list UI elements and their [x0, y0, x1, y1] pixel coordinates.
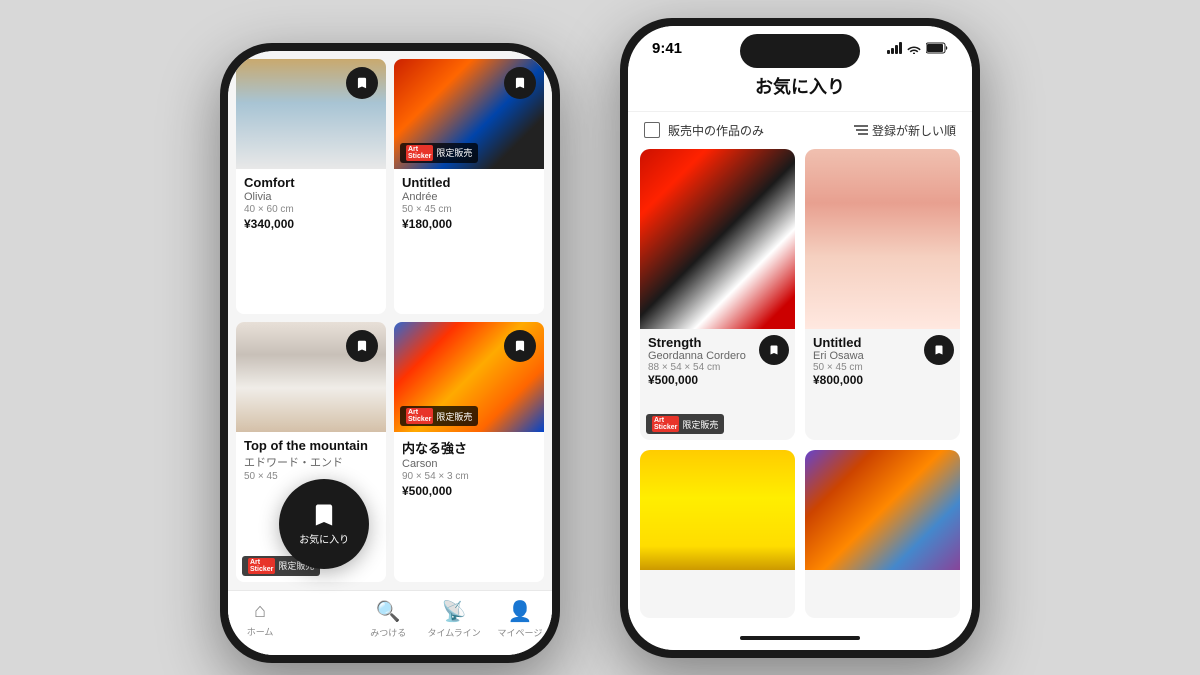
nav-mypage[interactable]: 👤 マイページ: [495, 599, 545, 639]
bar4: [899, 42, 902, 54]
home-indicator-right: [740, 636, 860, 640]
page-header: お気に入り: [628, 65, 972, 112]
right-card-info-untitled: Untitled Eri Osawa 50 × 45 cm ¥800,000: [805, 329, 960, 393]
bar1: [887, 50, 890, 54]
art-card-comfort[interactable]: Comfort Olivia 40 × 60 cm ¥340,000: [236, 59, 386, 315]
art-artist-inner: Carson: [402, 458, 536, 470]
art-grid-left: Comfort Olivia 40 × 60 cm ¥340,000 ArtSt…: [228, 51, 552, 590]
sort-label: 登録が新しい順: [872, 122, 956, 139]
sort-icon: [854, 124, 868, 136]
right-art-grid: ArtSticker 限定販売 Strength Geordanna Corde…: [628, 149, 972, 630]
bookmark-button-untitled[interactable]: [504, 67, 536, 99]
nav-timeline[interactable]: 📡 タイムライン: [427, 599, 480, 639]
limited-badge-inner: ArtSticker 限定販売: [400, 406, 478, 426]
right-card-colorful[interactable]: [805, 450, 960, 618]
art-size-comfort: 40 × 60 cm: [244, 204, 378, 215]
left-screen: Comfort Olivia 40 × 60 cm ¥340,000 ArtSt…: [228, 51, 552, 655]
bookmark-button-strength[interactable]: [759, 335, 789, 365]
checkbox-label: 販売中の作品のみ: [668, 122, 764, 139]
home-icon: ⌂: [254, 600, 266, 623]
right-card-yellow[interactable]: [640, 450, 795, 618]
wifi-icon: [906, 42, 922, 54]
right-screen: 9:41: [628, 26, 972, 650]
search-icon: 🔍: [376, 599, 401, 624]
nav-home-label: ホーム: [247, 625, 274, 638]
art-price-untitled: ¥180,000: [402, 217, 536, 231]
sort-button[interactable]: 登録が新しい順: [854, 122, 956, 139]
bookmark-icon-floating: [310, 501, 338, 529]
art-image-colorful: [805, 450, 960, 570]
floating-bookmark-label: お気に入り: [299, 531, 349, 546]
art-card-inner[interactable]: ArtSticker 限定販売 内なる強さ Carson 90 × 54 × 3…: [394, 322, 544, 582]
art-sticker-logo: ArtSticker: [406, 145, 433, 161]
bar2: [891, 48, 894, 54]
art-price-comfort: ¥340,000: [244, 217, 378, 231]
right-card-strength[interactable]: ArtSticker 限定販売 Strength Geordanna Corde…: [640, 149, 795, 441]
cast-icon: 📡: [442, 599, 467, 624]
filter-checkbox[interactable]: 販売中の作品のみ: [644, 122, 764, 139]
art-info-untitled: Untitled Andrée 50 × 45 cm ¥180,000: [394, 169, 544, 239]
art-info-inner: 内なる強さ Carson 90 × 54 × 3 cm ¥500,000: [394, 432, 544, 506]
right-phone: 9:41: [620, 18, 980, 658]
limited-text-r1: 限定販売: [682, 418, 718, 431]
right-card-info-strength: Strength Geordanna Cordero 88 × 54 × 54 …: [640, 329, 795, 393]
art-sticker-logo-2: ArtSticker: [248, 558, 275, 574]
nav-timeline-label: タイムライン: [427, 626, 480, 639]
bar3: [895, 45, 898, 54]
limited-text-3: 限定販売: [436, 410, 472, 423]
limited-badge-untitled: ArtSticker 限定販売: [400, 143, 478, 163]
floating-bookmark[interactable]: お気に入り: [279, 479, 369, 569]
scene: Comfort Olivia 40 × 60 cm ¥340,000 ArtSt…: [0, 0, 1200, 675]
bookmark-button-untitled-pink[interactable]: [924, 335, 954, 365]
art-image-untitled-pink: [805, 149, 960, 329]
bookmark-button-comfort[interactable]: [346, 67, 378, 99]
limited-text: 限定販売: [436, 146, 472, 159]
art-info-comfort: Comfort Olivia 40 × 60 cm ¥340,000: [236, 169, 386, 239]
art-artist-untitled: Andrée: [402, 191, 536, 203]
art-title-mountain: Top of the mountain: [244, 438, 378, 453]
bookmark-button-inner[interactable]: [504, 330, 536, 362]
art-sticker-logo-3: ArtSticker: [406, 408, 433, 424]
status-time: 9:41: [652, 40, 682, 57]
art-image-strength: ArtSticker 限定販売: [640, 149, 795, 329]
art-artist-mountain: エドワード・エンド: [244, 454, 378, 470]
nav-search[interactable]: 🔍 みつける: [363, 599, 413, 639]
art-size-untitled: 50 × 45 cm: [402, 204, 536, 215]
nav-home[interactable]: ⌂ ホーム: [235, 600, 285, 638]
art-title-untitled: Untitled: [402, 175, 536, 190]
nav-mypage-label: マイページ: [498, 626, 543, 639]
nav-search-label: みつける: [370, 626, 406, 639]
right-card-price-untitled: ¥800,000: [813, 373, 952, 387]
art-price-inner: ¥500,000: [402, 484, 536, 498]
art-image-yellow: [640, 450, 795, 570]
bottom-nav: ⌂ ホーム お気に入り 🔍 みつける 📡: [228, 590, 552, 655]
limited-badge-strength: ArtSticker 限定販売: [646, 414, 724, 434]
checkbox-box[interactable]: [644, 122, 660, 138]
dynamic-island: [740, 34, 860, 68]
right-card-untitled-pink[interactable]: Untitled Eri Osawa 50 × 45 cm ¥800,000: [805, 149, 960, 441]
art-artist-comfort: Olivia: [244, 191, 378, 203]
signal-bars-icon: [887, 42, 902, 54]
bookmark-button-mountain[interactable]: [346, 330, 378, 362]
art-card-untitled[interactable]: ArtSticker 限定販売 Untitled Andrée 50 × 45 …: [394, 59, 544, 315]
status-icons: [887, 42, 948, 54]
art-sticker-logo-r1: ArtSticker: [652, 416, 679, 432]
battery-icon: [926, 42, 948, 54]
art-title-comfort: Comfort: [244, 175, 378, 190]
art-title-inner: 内なる強さ: [402, 438, 536, 457]
user-icon: 👤: [507, 599, 532, 624]
left-phone: Comfort Olivia 40 × 60 cm ¥340,000 ArtSt…: [220, 43, 560, 663]
art-size-inner: 90 × 54 × 3 cm: [402, 471, 536, 482]
filter-bar: 販売中の作品のみ 登録が新しい順: [628, 112, 972, 149]
right-card-price-strength: ¥500,000: [648, 373, 787, 387]
